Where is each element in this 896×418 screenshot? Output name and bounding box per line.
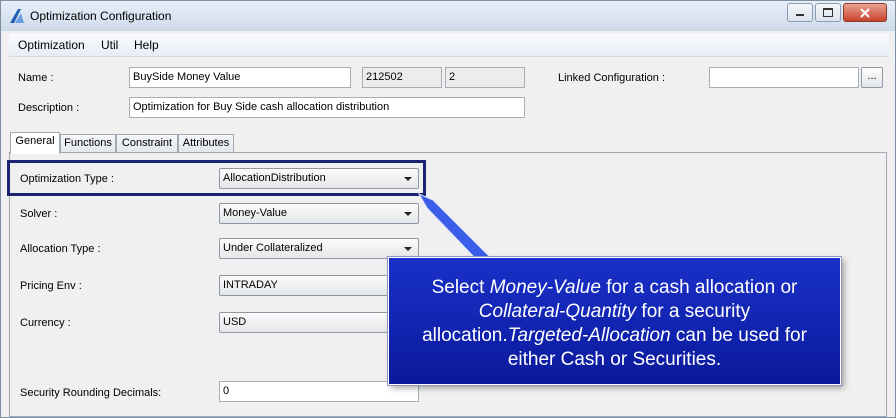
solver-select[interactable]: Money-Value [219, 203, 419, 224]
maximize-icon [823, 8, 833, 17]
pricing-env-value: INTRADAY [223, 279, 278, 291]
optimization-type-highlight [7, 160, 426, 196]
window-title: Optimization Configuration [30, 9, 172, 23]
maximize-button[interactable] [815, 3, 841, 22]
pricing-env-label: Pricing Env : [20, 280, 82, 292]
title-bar[interactable]: Optimization Configuration [1, 1, 895, 31]
minimize-icon [796, 14, 804, 16]
config-id-field: 212502 [362, 67, 442, 88]
minimize-button[interactable] [787, 3, 813, 22]
menu-bar: Optimization Util Help [9, 34, 889, 57]
callout-money-value: Money-Value [489, 277, 601, 298]
callout-collateral-quantity: Collateral-Quantity [478, 301, 637, 322]
security-rounding-decimals-label: Security Rounding Decimals: [20, 387, 162, 399]
close-icon [860, 7, 870, 18]
optimization-configuration-window: Optimization Configuration Optimization … [0, 0, 896, 418]
description-label: Description : [18, 102, 80, 114]
callout-text-1: Select [431, 277, 490, 298]
description-field[interactable]: Optimization for Buy Side cash allocatio… [129, 97, 525, 118]
allocation-type-label: Allocation Type : [20, 243, 101, 255]
solver-label: Solver : [20, 208, 58, 220]
tab-general[interactable]: General [10, 132, 60, 154]
currency-label: Currency : [20, 317, 71, 329]
linked-configuration-field[interactable] [709, 67, 859, 88]
version-field: 2 [445, 67, 525, 88]
menu-optimization[interactable]: Optimization [18, 38, 85, 52]
tab-attributes[interactable]: Attributes [178, 134, 234, 153]
close-button[interactable] [843, 3, 887, 22]
callout-pointer [417, 192, 493, 259]
allocation-type-select[interactable]: Under Collateralized [219, 238, 419, 259]
callout-targeted-allocation: Targeted-Allocation [507, 325, 671, 346]
tab-constraint[interactable]: Constraint [116, 134, 178, 153]
callout-text-2: for a cash allocation or [600, 277, 798, 298]
linked-configuration-label: Linked Configuration : [558, 72, 666, 84]
name-field[interactable]: BuySide Money Value [129, 67, 351, 88]
name-label: Name : [18, 72, 54, 84]
currency-value: USD [223, 316, 247, 328]
callout-tooltip: Select Money-Value for a cash allocation… [388, 257, 841, 385]
menu-help[interactable]: Help [134, 38, 159, 52]
tab-functions[interactable]: Functions [60, 134, 116, 153]
menu-util[interactable]: Util [101, 38, 118, 52]
allocation-type-value: Under Collateralized [223, 242, 323, 254]
app-logo-icon [10, 9, 24, 23]
linked-configuration-browse-button[interactable]: ... [861, 67, 883, 88]
solver-value: Money-Value [223, 207, 287, 219]
